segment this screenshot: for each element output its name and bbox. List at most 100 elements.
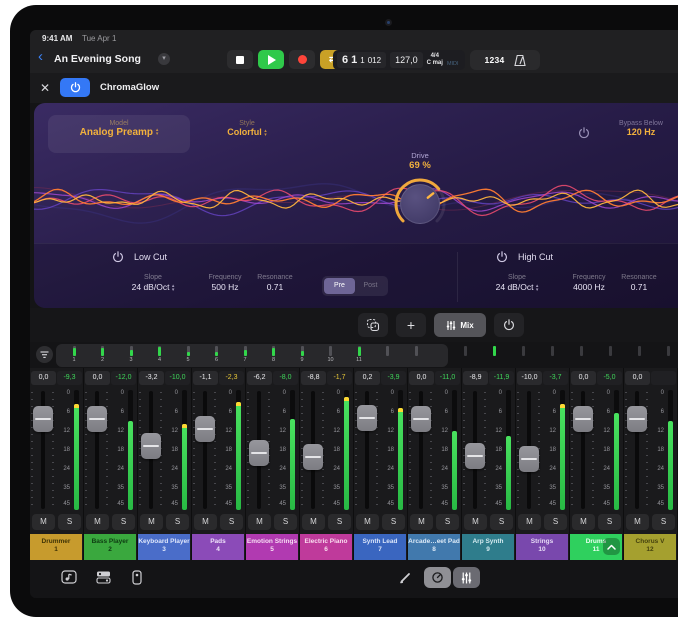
faders-tool-button[interactable] xyxy=(453,567,480,588)
mixer-power-button[interactable] xyxy=(494,313,524,337)
title-dropdown-icon[interactable]: ▾ xyxy=(158,53,170,65)
volume-value[interactable]: -1,1 xyxy=(193,371,218,385)
solo-button[interactable]: S xyxy=(220,514,243,530)
fader-handle[interactable] xyxy=(195,416,215,442)
bypass-power-icon[interactable] xyxy=(578,127,590,139)
highcut-resonance[interactable]: Resonance 0.71 xyxy=(610,274,668,292)
mix-view-button[interactable]: Mix xyxy=(434,313,486,337)
track-name-label[interactable]: Bass Player2 xyxy=(84,534,136,560)
solo-button[interactable]: S xyxy=(166,514,189,530)
track-name-label[interactable]: Electric Piano6 xyxy=(300,534,352,560)
solo-button[interactable]: S xyxy=(652,514,675,530)
volume-value[interactable]: -8,9 xyxy=(463,371,488,385)
track-name-label[interactable]: Pads4 xyxy=(192,534,244,560)
fader-handle[interactable] xyxy=(519,446,539,472)
track-name-label[interactable]: Synth Lead7 xyxy=(354,534,406,560)
mute-button[interactable]: M xyxy=(572,514,595,530)
volume-value[interactable]: -3,2 xyxy=(139,371,164,385)
copy-settings-button[interactable] xyxy=(358,313,388,337)
highcut-power-icon[interactable] xyxy=(496,251,508,263)
volume-value[interactable]: 0,0 xyxy=(85,371,110,385)
gain-tool-button[interactable] xyxy=(424,567,451,588)
solo-button[interactable]: S xyxy=(490,514,513,530)
browser-button[interactable] xyxy=(58,566,80,588)
mute-button[interactable]: M xyxy=(194,514,217,530)
lcd-display[interactable]: 6 1 1 012 127,0 4/4 C maj MIDI xyxy=(333,50,465,70)
solo-button[interactable]: S xyxy=(436,514,459,530)
highcut-slope[interactable]: Slope 24 dB/Oct ▴▾ xyxy=(486,274,548,292)
volume-value[interactable]: 0,0 xyxy=(625,371,650,385)
overview-window[interactable]: 1234567891011 xyxy=(56,344,448,367)
track-name-label[interactable]: Keyboard Player3 xyxy=(138,534,190,560)
play-button[interactable] xyxy=(258,50,284,69)
mute-button[interactable]: M xyxy=(464,514,487,530)
fader-handle[interactable] xyxy=(627,406,647,432)
fader-handle[interactable] xyxy=(33,406,53,432)
lowcut-power-icon[interactable] xyxy=(112,251,124,263)
lowcut-resonance[interactable]: Resonance 0.71 xyxy=(246,274,304,292)
count-in-button[interactable]: 1234 xyxy=(484,55,504,65)
volume-value[interactable]: -8,8 xyxy=(301,371,326,385)
track-name-label[interactable]: Arp Synth9 xyxy=(462,534,514,560)
style-selector[interactable]: Style Colorful ▴▾ xyxy=(202,120,292,137)
volume-value[interactable]: -10,0 xyxy=(517,371,542,385)
add-plugin-button[interactable]: + xyxy=(396,313,426,337)
slope-label: Slope xyxy=(122,274,184,281)
back-chevron-icon[interactable]: ‹ xyxy=(38,48,43,65)
edit-button[interactable] xyxy=(394,566,416,588)
keyboard-button[interactable] xyxy=(126,566,148,588)
lowcut-slope[interactable]: Slope 24 dB/Oct ▴▾ xyxy=(122,274,184,292)
drive-label: Drive xyxy=(389,151,451,160)
close-plugin-icon[interactable]: ✕ xyxy=(40,81,50,95)
post-option[interactable]: Post xyxy=(355,278,386,294)
solo-button[interactable]: S xyxy=(328,514,351,530)
fader-handle[interactable] xyxy=(249,440,269,466)
peak-level-value: -2,3 xyxy=(219,371,244,385)
fader-handle[interactable] xyxy=(141,433,161,459)
stop-button[interactable] xyxy=(227,50,253,69)
filter-button[interactable] xyxy=(36,346,53,363)
track-name-label[interactable]: Emotion Strings5 xyxy=(246,534,298,560)
track-name-label[interactable]: Arcade…eet Pad8 xyxy=(408,534,460,560)
pre-option[interactable]: Pre xyxy=(324,278,355,294)
record-button[interactable] xyxy=(289,50,315,69)
fader-handle[interactable] xyxy=(573,406,593,432)
drive-knob[interactable] xyxy=(393,177,447,231)
solo-button[interactable]: S xyxy=(382,514,405,530)
mute-button[interactable]: M xyxy=(32,514,55,530)
volume-value[interactable]: 0,2 xyxy=(355,371,380,385)
mute-button[interactable]: M xyxy=(626,514,649,530)
fader-handle[interactable] xyxy=(357,405,377,431)
volume-value[interactable]: 0,0 xyxy=(31,371,56,385)
mute-button[interactable]: M xyxy=(410,514,433,530)
mute-button[interactable]: M xyxy=(356,514,379,530)
solo-button[interactable]: S xyxy=(598,514,621,530)
volume-value[interactable]: -6,2 xyxy=(247,371,272,385)
mute-button[interactable]: M xyxy=(518,514,541,530)
mute-button[interactable]: M xyxy=(248,514,271,530)
mute-button[interactable]: M xyxy=(86,514,109,530)
solo-button[interactable]: S xyxy=(274,514,297,530)
fader-handle[interactable] xyxy=(303,444,323,470)
tiles-button[interactable] xyxy=(92,566,114,588)
volume-value[interactable]: 0,0 xyxy=(409,371,434,385)
solo-button[interactable]: S xyxy=(544,514,567,530)
lowcut-prepost-toggle[interactable]: Pre Post xyxy=(322,276,388,296)
song-title[interactable]: An Evening Song xyxy=(54,53,141,65)
volume-value[interactable]: 0,0 xyxy=(571,371,596,385)
track-name-label[interactable]: Drummer1 xyxy=(30,534,82,560)
bypass-below-control[interactable]: Bypass Below 120 Hz xyxy=(602,120,678,137)
model-selector[interactable]: Model Analog Preamp ▴▾ xyxy=(48,115,190,153)
collapse-plugin-button[interactable] xyxy=(603,538,620,555)
plugin-power-button[interactable] xyxy=(60,78,90,97)
fader-handle[interactable] xyxy=(87,406,107,432)
solo-button[interactable]: S xyxy=(58,514,81,530)
mute-button[interactable]: M xyxy=(302,514,325,530)
track-name-label[interactable]: Chorus V12 xyxy=(624,534,676,560)
solo-button[interactable]: S xyxy=(112,514,135,530)
mute-button[interactable]: M xyxy=(140,514,163,530)
fader-handle[interactable] xyxy=(465,443,485,469)
track-name-label[interactable]: Strings10 xyxy=(516,534,568,560)
metronome-icon[interactable] xyxy=(514,54,526,67)
fader-handle[interactable] xyxy=(411,406,431,432)
